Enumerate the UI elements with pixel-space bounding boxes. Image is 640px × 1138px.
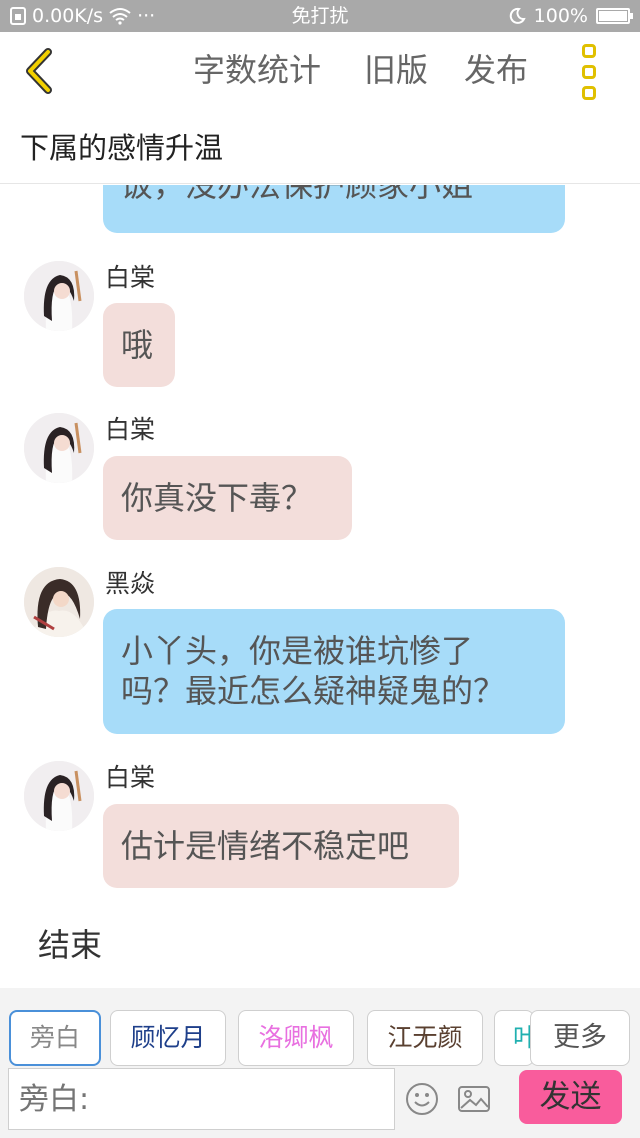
menu-dot-icon bbox=[582, 65, 596, 79]
chapter-title: 下属的感情升温 bbox=[0, 112, 640, 184]
battery-percent: 100% bbox=[533, 5, 588, 27]
role-label: 旁白 bbox=[29, 1023, 80, 1052]
battery-icon bbox=[596, 8, 633, 24]
emoji-button[interactable] bbox=[405, 1082, 439, 1116]
end-marker: 结束 bbox=[38, 926, 103, 964]
avatar[interactable] bbox=[24, 761, 94, 831]
chevron-left-icon bbox=[26, 48, 52, 94]
avatar-girl-icon bbox=[24, 413, 94, 483]
message-text: 饭，没办法保护顾家小姐 bbox=[121, 185, 474, 204]
menu-dot-icon bbox=[582, 44, 596, 58]
chat-area[interactable]: 饭，没办法保护顾家小姐 白棠 哦 白棠 你真没下毒？ 黑焱 小丫头，你是被谁坑惨… bbox=[0, 185, 640, 988]
role-narrator[interactable]: 旁白 bbox=[9, 1010, 101, 1066]
avatar-girl-icon bbox=[24, 761, 94, 831]
speaker-name: 白棠 bbox=[105, 763, 156, 792]
speaker-name: 白棠 bbox=[105, 415, 156, 444]
message-text-line: 小丫头，你是被谁坑惨了 bbox=[121, 632, 474, 670]
smiley-icon bbox=[406, 1083, 438, 1115]
message-input[interactable] bbox=[8, 1068, 395, 1130]
message-bubble[interactable]: 哦 bbox=[103, 303, 175, 387]
role-label: 江无颜 bbox=[387, 1023, 463, 1052]
send-button[interactable]: 发送 bbox=[519, 1070, 622, 1124]
old-version-button[interactable]: 旧版 bbox=[364, 50, 428, 90]
word-count-button[interactable]: 字数统计 bbox=[193, 50, 321, 90]
input-bar: 发送 bbox=[0, 1068, 640, 1138]
avatar-man-icon bbox=[24, 567, 94, 637]
message-text: 哦 bbox=[121, 326, 154, 364]
message-text: 你真没下毒？ bbox=[121, 479, 314, 517]
more-roles-button[interactable]: 更多 bbox=[530, 1010, 630, 1066]
message-bubble[interactable]: 估计是情绪不稳定吧 bbox=[103, 804, 459, 888]
moon-icon bbox=[509, 7, 526, 24]
avatar[interactable] bbox=[24, 413, 94, 483]
message-bubble[interactable]: 小丫头，你是被谁坑惨了 吗？最近怎么疑神疑鬼的？ bbox=[103, 609, 565, 734]
menu-dot-icon bbox=[582, 86, 596, 100]
message-text: 估计是情绪不稳定吧 bbox=[121, 827, 410, 865]
role-label: 顾忆月 bbox=[130, 1023, 206, 1052]
more-menu-button[interactable] bbox=[574, 44, 604, 100]
avatar[interactable] bbox=[24, 261, 94, 331]
status-right: 100% bbox=[508, 0, 633, 32]
speaker-name: 白棠 bbox=[105, 263, 156, 292]
avatar-girl-icon bbox=[24, 261, 94, 331]
image-icon bbox=[458, 1086, 490, 1112]
publish-button[interactable]: 发布 bbox=[464, 50, 528, 90]
role-label: 洛卿枫 bbox=[258, 1023, 334, 1052]
role-ye[interactable]: 叶 bbox=[494, 1010, 534, 1066]
role-selector-bar: 旁白 顾忆月 洛卿枫 江无颜 叶 更多 bbox=[0, 988, 640, 1068]
message-text-line: 吗？最近怎么疑神疑鬼的？ bbox=[121, 672, 506, 710]
message-bubble[interactable]: 你真没下毒？ bbox=[103, 456, 352, 540]
back-button[interactable] bbox=[18, 46, 68, 96]
role-luo-qingfeng[interactable]: 洛卿枫 bbox=[238, 1010, 354, 1066]
top-toolbar: 字数统计 旧版 发布 bbox=[0, 32, 640, 112]
avatar[interactable] bbox=[24, 567, 94, 637]
role-jiang-wuyan[interactable]: 江无颜 bbox=[367, 1010, 483, 1066]
image-button[interactable] bbox=[457, 1082, 491, 1116]
battery-fill bbox=[599, 11, 627, 21]
role-gu-yiyue[interactable]: 顾忆月 bbox=[110, 1010, 226, 1066]
speaker-name: 黑焱 bbox=[105, 569, 156, 598]
status-bar: 0.00K/s ··· 免打扰 100% bbox=[0, 0, 640, 32]
message-bubble[interactable]: 饭，没办法保护顾家小姐 bbox=[103, 185, 565, 233]
